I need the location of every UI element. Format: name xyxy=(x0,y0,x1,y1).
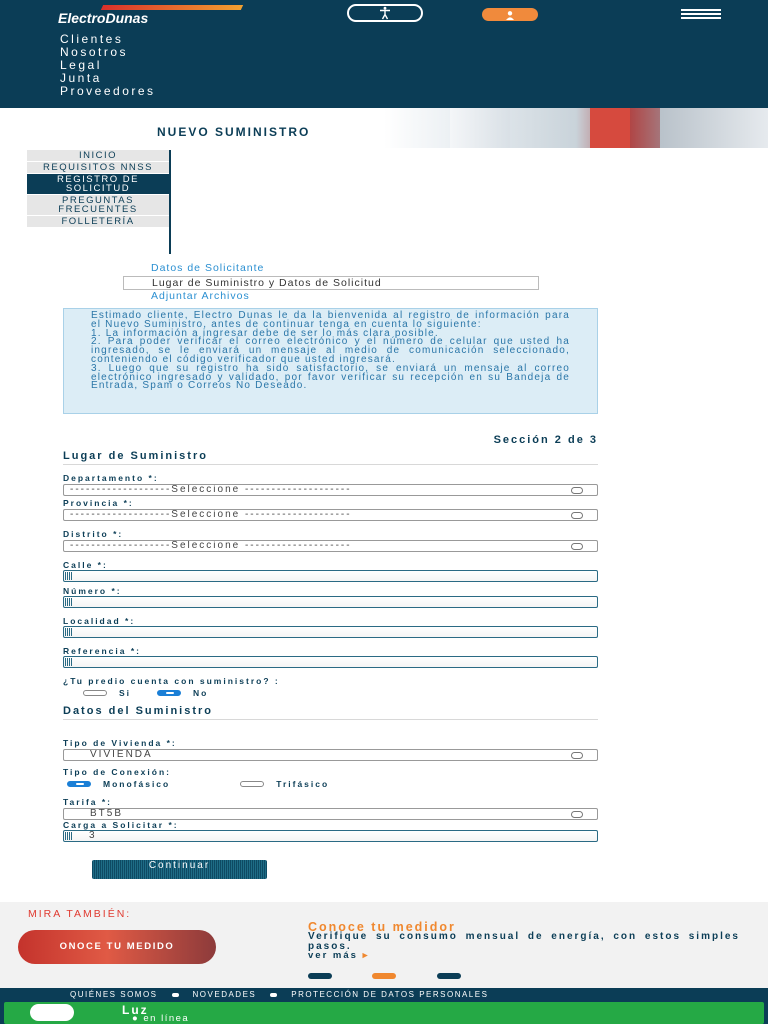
continue-button[interactable]: Continuar xyxy=(92,860,267,879)
footer-separator xyxy=(270,992,278,997)
footer-link-quienes-somos[interactable]: QUIÉNES SOMOS xyxy=(70,990,158,999)
nav-item-proveedores[interactable]: Proveedores xyxy=(60,85,156,98)
select-caret-icon xyxy=(571,487,583,494)
departamento-label: Departamento *: xyxy=(63,473,159,483)
trifasico-radio[interactable] xyxy=(240,781,265,787)
arrow-right-icon: ▸ xyxy=(362,950,370,961)
select-caret-icon xyxy=(571,543,583,550)
sidebar-divider xyxy=(169,150,171,254)
promo-see-more-link[interactable]: ver más ▸ xyxy=(308,950,369,961)
related-title: MIRA TAMBIÉN: xyxy=(28,908,132,920)
footer-link-proteccion-datos[interactable]: PROTECCIÓN DE DATOS PERSONALES xyxy=(291,990,488,999)
select-caret-icon xyxy=(571,752,583,759)
page-title: NUEVO SUMINISTRO xyxy=(157,125,311,139)
lugar-section-title: Lugar de Suministro xyxy=(63,450,598,465)
banner-photo-detail xyxy=(660,108,768,148)
site-header: ElectroDunas Clientes Nosotros Legal Jun… xyxy=(0,0,768,108)
logo-text: ElectroDunas xyxy=(58,10,149,26)
localidad-input[interactable] xyxy=(63,626,598,638)
sidebar-item-folleteria[interactable]: FOLLETERÍA xyxy=(27,216,169,228)
section-sidebar: INICIO REQUISITOS NNSS REGISTRO DE SOLIC… xyxy=(27,150,169,228)
carga-label: Carga a Solicitar *: xyxy=(63,820,179,830)
monofasico-radio[interactable] xyxy=(67,781,91,787)
accessibility-button[interactable] xyxy=(347,4,423,22)
electrodunas-logo[interactable]: ElectroDunas xyxy=(58,5,244,26)
section-counter: Sección 2 de 3 xyxy=(493,434,598,446)
departamento-select[interactable]: -------------------Seleccione ----------… xyxy=(63,484,598,496)
info-item-2: 2. Para poder verificar el correo electr… xyxy=(91,336,570,365)
banner-photo-detail xyxy=(590,108,630,148)
select-caret-icon xyxy=(571,811,583,818)
tarifa-select[interactable]: BT5B xyxy=(63,808,598,820)
hamburger-menu-button[interactable] xyxy=(681,9,721,19)
predio-radio-group: Si No xyxy=(83,688,598,698)
info-intro: Estimado cliente, Electro Dunas le da la… xyxy=(91,310,570,330)
predio-no-label: No xyxy=(193,688,209,698)
chat-status: ● en línea xyxy=(132,1013,189,1024)
datos-section-title: Datos del Suministro xyxy=(63,705,598,720)
trifasico-label: Trifásico xyxy=(276,779,330,789)
carousel-dot[interactable] xyxy=(308,973,332,979)
tipo-conexion-label: Tipo de Conexión: xyxy=(63,767,171,777)
tipo-vivienda-label: Tipo de Vivienda *: xyxy=(63,738,177,748)
user-account-button[interactable] xyxy=(482,8,538,21)
referencia-label: Referencia *: xyxy=(63,646,141,656)
online-dot-icon: ● xyxy=(132,1013,140,1024)
tarifa-value: BT5B xyxy=(90,808,124,819)
predio-no-radio[interactable] xyxy=(157,690,182,696)
provincia-select-value: -------------------Seleccione ----------… xyxy=(70,509,352,520)
promo-link-label: ver más xyxy=(308,950,358,961)
footer-links: QUIÉNES SOMOS NOVEDADES PROTECCIÓN DE DA… xyxy=(70,990,488,999)
form-steps: Datos de Solicitante Lugar de Suministro… xyxy=(123,262,573,304)
info-item-3: 3. Luego que su registro ha sido satisfa… xyxy=(91,362,570,392)
page-banner: NUEVO SUMINISTRO xyxy=(0,108,768,148)
step-adjuntar-archivos[interactable]: Adjuntar Archivos xyxy=(123,290,573,304)
sidebar-item-requisitos[interactable]: REQUISITOS NNSS xyxy=(27,162,169,174)
carousel-dot-active[interactable] xyxy=(372,973,396,979)
main-nav: Clientes Nosotros Legal Junta Proveedore… xyxy=(60,33,156,98)
banner-photo xyxy=(450,108,510,148)
numero-input[interactable] xyxy=(63,596,598,608)
distrito-select[interactable]: -------------------Seleccione ----------… xyxy=(63,540,598,552)
tipo-vivienda-value: VIVIENDA xyxy=(90,749,153,760)
select-caret-icon xyxy=(571,512,583,519)
localidad-label: Localidad *: xyxy=(63,616,136,626)
promo-image[interactable]: ONOCE TU MEDIDO xyxy=(18,930,216,964)
chat-status-text: en línea xyxy=(143,1013,190,1024)
predio-si-radio[interactable] xyxy=(83,690,107,696)
promo-text: Verifique su consumo mensual de energía,… xyxy=(308,931,740,952)
promo-image-text: ONOCE TU MEDIDO xyxy=(59,941,175,952)
departamento-select-value: -------------------Seleccione ----------… xyxy=(70,484,352,495)
carga-input[interactable]: 3 xyxy=(63,830,598,842)
predio-question: ¿Tu predio cuenta con suministro? : xyxy=(63,676,280,686)
footer-link-novedades[interactable]: NOVEDADES xyxy=(193,990,257,999)
chat-widget[interactable]: Luz ● en línea xyxy=(4,1002,764,1024)
sidebar-item-inicio[interactable]: INICIO xyxy=(27,150,169,162)
provincia-select[interactable]: -------------------Seleccione ----------… xyxy=(63,509,598,521)
accessibility-icon xyxy=(380,6,390,20)
sidebar-item-preguntas[interactable]: PREGUNTAS FRECUENTES xyxy=(27,195,169,216)
registration-form: Lugar de Suministro Departamento *: ----… xyxy=(63,450,598,842)
user-icon xyxy=(506,10,514,20)
distrito-label: Distrito *: xyxy=(63,529,124,539)
carousel-dot[interactable] xyxy=(437,973,461,979)
carga-value: 3 xyxy=(89,830,95,841)
conexion-radio-group: Monofásico Trifásico xyxy=(63,779,598,789)
calle-input[interactable] xyxy=(63,570,598,582)
distrito-select-value: -------------------Seleccione ----------… xyxy=(70,540,352,551)
calle-label: Calle *: xyxy=(63,560,108,570)
step-lugar-suministro[interactable]: Lugar de Suministro y Datos de Solicitud xyxy=(123,276,539,290)
referencia-input[interactable] xyxy=(63,656,598,668)
tipo-vivienda-select[interactable]: VIVIENDA xyxy=(63,749,598,761)
chat-avatar xyxy=(30,1004,74,1021)
step-datos-solicitante[interactable]: Datos de Solicitante xyxy=(123,262,573,276)
tarifa-label: Tarifa *: xyxy=(63,797,113,807)
info-notice: Estimado cliente, Electro Dunas le da la… xyxy=(63,308,598,414)
provincia-label: Provincia *: xyxy=(63,498,134,508)
numero-label: Número *: xyxy=(63,586,122,596)
predio-si-label: Si xyxy=(119,688,132,698)
footer-separator xyxy=(171,992,179,997)
sidebar-item-registro[interactable]: REGISTRO DE SOLICITUD xyxy=(27,174,169,195)
monofasico-label: Monofásico xyxy=(103,779,171,789)
